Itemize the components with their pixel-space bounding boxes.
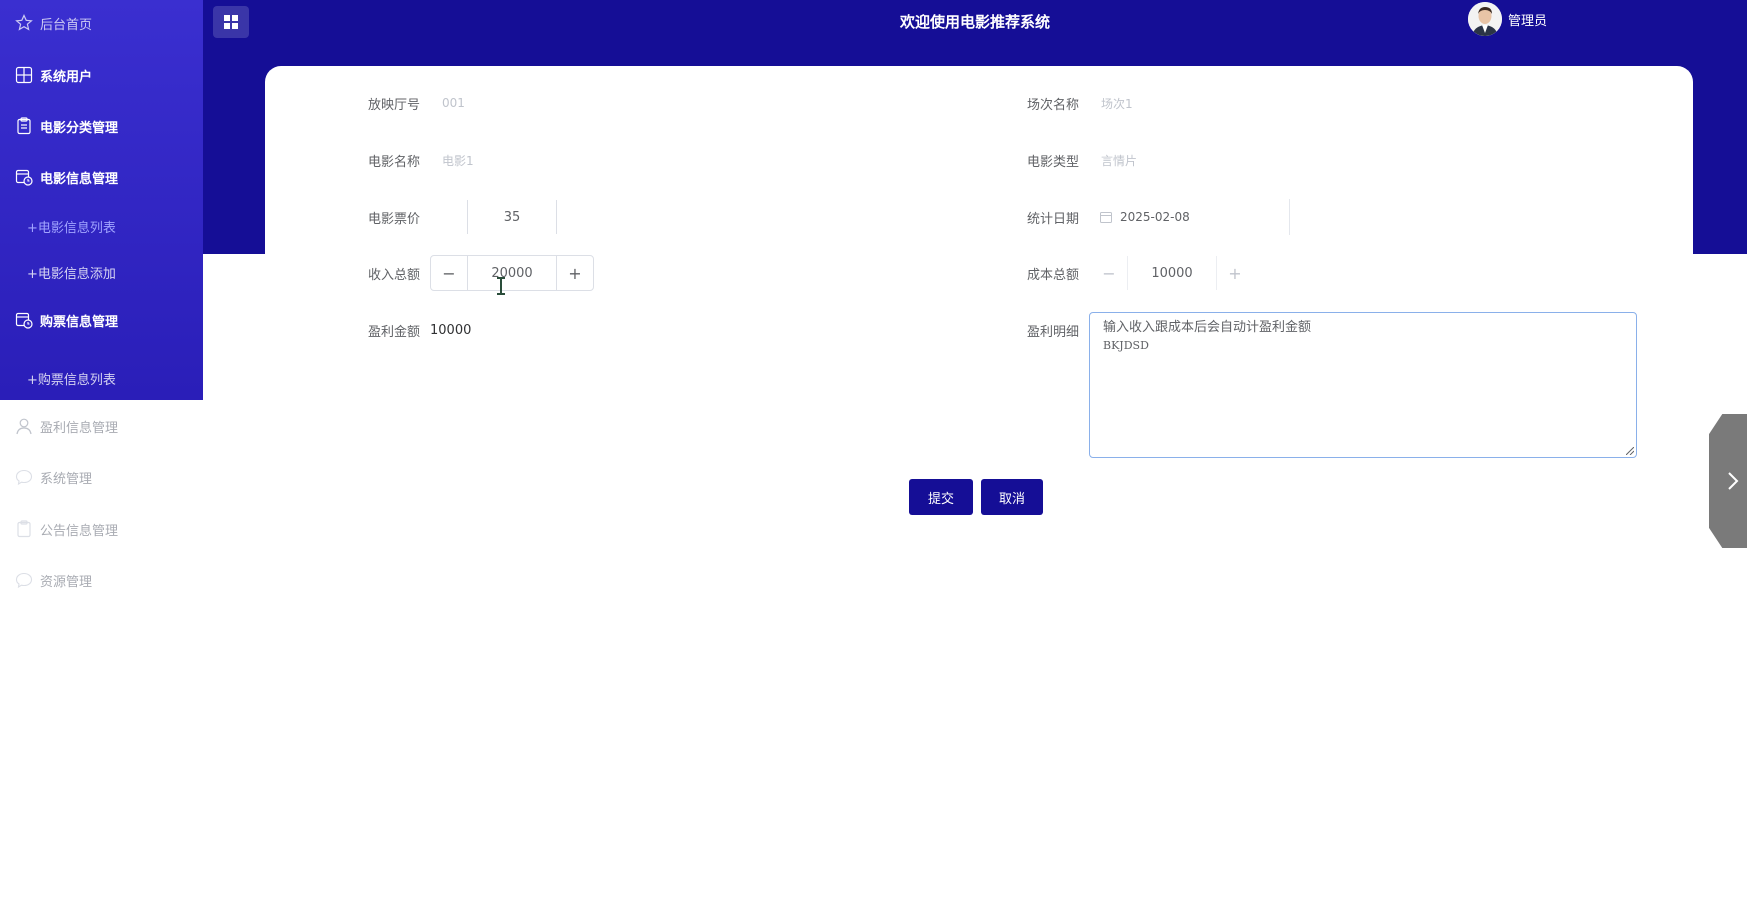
- plus-icon[interactable]: +: [1216, 256, 1253, 290]
- field-label: 成本总额: [1027, 267, 1080, 283]
- sidebar-item-resource[interactable]: 资源管理: [0, 558, 203, 602]
- field-label: 放映厅号: [368, 97, 421, 113]
- chat-icon: [15, 468, 33, 486]
- decrement-button: [431, 200, 468, 234]
- calendar-clock-icon: [15, 168, 33, 186]
- clipboard-icon: [15, 520, 33, 538]
- resize-grip-icon[interactable]: [1626, 447, 1634, 455]
- increment-button: [556, 200, 593, 234]
- cost-value[interactable]: 10000: [1128, 266, 1216, 281]
- chat-icon: [15, 571, 33, 589]
- sidebar-item-label: +电影信息列表: [27, 220, 116, 236]
- profit-field: 盈利金额 10000: [368, 312, 471, 348]
- sidebar-item-movie-info[interactable]: 电影信息管理: [0, 155, 203, 199]
- calendar-clock-icon: [15, 311, 33, 329]
- sidebar-item-movie-add[interactable]: +电影信息添加: [0, 250, 203, 294]
- minus-icon[interactable]: −: [431, 256, 468, 290]
- sidebar-item-label: 购票信息管理: [40, 314, 119, 330]
- income-value[interactable]: 20000: [468, 266, 556, 281]
- minus-icon[interactable]: −: [1091, 256, 1128, 290]
- hall-field: 放映厅号 001: [368, 85, 465, 121]
- session-field: 场次名称 场次1: [1027, 85, 1133, 121]
- profit-detail-textarea[interactable]: 输入收入跟成本后会自动计盈利金额 BKJDSD: [1089, 312, 1637, 458]
- sidebar-item-ticket-info[interactable]: 购票信息管理: [0, 298, 203, 342]
- sidebar-item-movie-category[interactable]: 电影分类管理: [0, 104, 203, 148]
- sidebar-item-movie-list[interactable]: +电影信息列表: [0, 204, 203, 248]
- sidebar-item-label: 电影信息管理: [40, 171, 119, 187]
- submit-button[interactable]: 提交: [909, 479, 973, 515]
- field-label: 电影名称: [368, 154, 421, 170]
- cost-stepper[interactable]: − 10000 +: [1090, 255, 1254, 291]
- sidebar-item-profit-info[interactable]: 盈利信息管理: [0, 404, 203, 448]
- sidebar-item-label: 系统管理: [40, 471, 93, 487]
- field-label: 电影票价: [368, 211, 421, 227]
- field-label: 电影类型: [1027, 154, 1080, 170]
- session-input[interactable]: 场次1: [1101, 95, 1133, 112]
- sidebar-item-label: 公告信息管理: [40, 523, 119, 539]
- movie-name-field: 电影名称 电影1: [368, 142, 474, 178]
- date-value: 2025-02-08: [1120, 210, 1190, 224]
- clipboard-icon: [15, 117, 33, 135]
- user-menu[interactable]: 管理员: [1468, 2, 1547, 36]
- sidebar-item-home[interactable]: 后台首页: [0, 1, 203, 45]
- plus-icon[interactable]: +: [556, 256, 593, 290]
- sidebar-item-label: 盈利信息管理: [40, 420, 119, 436]
- text-cursor-icon: [497, 277, 505, 295]
- textarea-line: 输入收入跟成本后会自动计盈利金额: [1103, 320, 1312, 335]
- price-stepper[interactable]: 35: [430, 199, 594, 235]
- avatar: [1468, 2, 1502, 36]
- user-icon: [15, 417, 33, 435]
- username: 管理员: [1508, 13, 1548, 29]
- sidebar-item-label: 系统用户: [40, 69, 93, 85]
- sidebar-item-label: +电影信息添加: [27, 266, 116, 282]
- sidebar-item-label: 后台首页: [40, 17, 93, 33]
- field-label: 统计日期: [1027, 211, 1080, 227]
- sidebar: 后台首页 系统用户 电影分类管理 电影信息管理 +电影信息列表 +电影信息添加 …: [0, 0, 203, 904]
- movie-name-input[interactable]: 电影1: [442, 152, 474, 169]
- stat-date-field: 统计日期: [1027, 199, 1089, 235]
- date-picker[interactable]: 2025-02-08: [1090, 199, 1290, 235]
- grid-icon: [15, 66, 33, 84]
- sidebar-item-users[interactable]: 系统用户: [0, 53, 203, 97]
- profit-detail-field: 盈利明细: [1027, 312, 1089, 348]
- price-field: 电影票价: [368, 199, 430, 235]
- price-value: 35: [503, 209, 521, 225]
- income-field: 收入总额: [368, 255, 430, 291]
- chevron-right-icon: [1728, 472, 1739, 490]
- field-label: 盈利明细: [1027, 324, 1080, 340]
- movie-type-input[interactable]: 言情片: [1101, 152, 1137, 169]
- star-icon: [15, 14, 33, 32]
- sidebar-item-label: +购票信息列表: [27, 372, 116, 388]
- cost-field: 成本总额: [1027, 255, 1089, 291]
- sidebar-item-notice[interactable]: 公告信息管理: [0, 507, 203, 551]
- textarea-line: BKJDSD: [1103, 339, 1149, 352]
- income-stepper[interactable]: − 20000 +: [430, 255, 594, 291]
- sidebar-item-system[interactable]: 系统管理: [0, 455, 203, 499]
- drawer-toggle[interactable]: [1709, 414, 1747, 548]
- field-label: 盈利金额: [368, 324, 421, 340]
- profit-value: 10000: [430, 322, 472, 338]
- calendar-icon: [1100, 212, 1112, 223]
- sidebar-item-ticket-list[interactable]: +购票信息列表: [0, 356, 203, 400]
- movie-type-field: 电影类型 言情片: [1027, 142, 1137, 178]
- sidebar-item-label: 资源管理: [40, 574, 93, 590]
- hall-input[interactable]: 001: [442, 96, 465, 110]
- top-bar: 欢迎使用电影推荐系统 管理员: [203, 0, 1747, 44]
- field-label: 收入总额: [368, 267, 421, 283]
- field-label: 场次名称: [1027, 97, 1080, 113]
- sidebar-item-label: 电影分类管理: [40, 120, 119, 136]
- cancel-button[interactable]: 取消: [981, 479, 1043, 515]
